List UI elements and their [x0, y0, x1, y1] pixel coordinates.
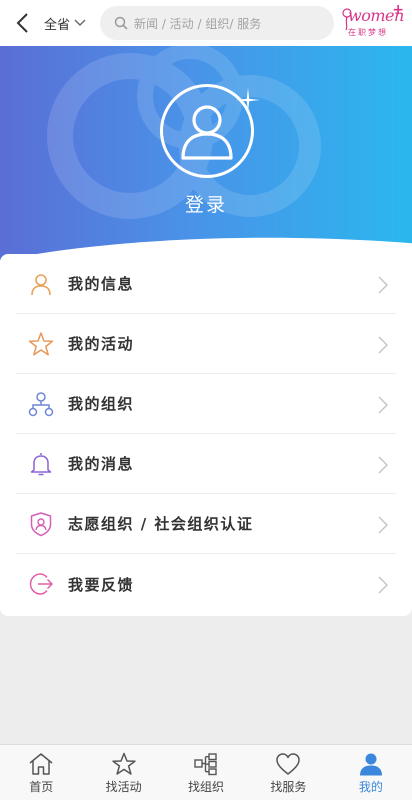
- top-bar: 全省 新闻 / 活动 / 组织/ 服务 women + 在职梦想: [0, 0, 412, 46]
- search-icon: [114, 16, 128, 30]
- logo-plus: +: [392, 2, 404, 18]
- bell-icon: [28, 451, 54, 477]
- chevron-down-icon: [74, 19, 86, 26]
- star-icon: [28, 331, 54, 357]
- chevron-left-icon: [16, 13, 28, 33]
- menu-item-my-organizations[interactable]: 我的组织: [16, 374, 396, 434]
- home-icon: [28, 751, 54, 777]
- tab-find-activities[interactable]: 找活动: [82, 745, 164, 800]
- bottom-nav: 首页 找活动 找组织 找服务 我的: [0, 744, 412, 800]
- tab-label: 首页: [29, 780, 54, 794]
- shield-user-icon: [28, 511, 54, 537]
- exit-icon: [28, 571, 54, 597]
- menu-item-feedback[interactable]: 我要反馈: [16, 554, 396, 614]
- back-button[interactable]: [0, 0, 44, 46]
- tab-mine[interactable]: 我的: [330, 745, 412, 800]
- menu-list: 我的信息 我的活动 我的组织 我的消息 志愿组织 / 社会组织认证 我要反馈: [0, 254, 412, 616]
- tab-label: 找组织: [188, 780, 225, 794]
- menu-item-label: 我要反馈: [68, 575, 135, 594]
- brand-logo: women + 在职梦想: [340, 2, 406, 42]
- menu-item-label: 我的组织: [68, 395, 135, 413]
- chevron-right-icon: [378, 336, 388, 354]
- search-placeholder: 新闻 / 活动 / 组织/ 服务: [134, 16, 262, 31]
- tab-home[interactable]: 首页: [0, 745, 82, 800]
- login-link[interactable]: 登录: [0, 190, 412, 217]
- search-input[interactable]: 新闻 / 活动 / 组织/ 服务: [100, 6, 334, 40]
- sparkle-icon: [236, 88, 260, 112]
- tab-label: 找服务: [270, 780, 307, 794]
- menu-item-my-messages[interactable]: 我的消息: [16, 434, 396, 494]
- org-icon: [28, 391, 54, 417]
- chevron-right-icon: [378, 396, 388, 414]
- chevron-right-icon: [378, 456, 388, 474]
- org-icon: [193, 751, 219, 777]
- region-label: 全省: [44, 17, 71, 33]
- menu-item-label: 我的消息: [68, 455, 135, 473]
- tab-label: 我的: [358, 780, 383, 794]
- logo-subtitle: 在职梦想: [348, 28, 388, 37]
- menu-item-label: 我的活动: [68, 335, 135, 353]
- menu-item-certification[interactable]: 志愿组织 / 社会组织认证: [16, 494, 396, 554]
- tab-find-organizations[interactable]: 找组织: [165, 745, 247, 800]
- menu-item-my-info[interactable]: 我的信息: [16, 254, 396, 314]
- menu-item-label: 志愿组织 / 社会组织认证: [68, 515, 254, 533]
- user-icon: [181, 105, 233, 160]
- chevron-right-icon: [378, 576, 388, 594]
- user-icon: [358, 751, 384, 777]
- menu-item-my-activities[interactable]: 我的活动: [16, 314, 396, 374]
- region-select[interactable]: 全省: [44, 0, 96, 46]
- tab-find-services[interactable]: 找服务: [247, 745, 329, 800]
- chevron-right-icon: [378, 516, 388, 534]
- tab-label: 找活动: [105, 780, 142, 794]
- menu-item-label: 我的信息: [68, 275, 135, 293]
- chevron-right-icon: [378, 276, 388, 294]
- heart-icon: [275, 751, 301, 777]
- profile-banner: 登录: [0, 46, 412, 266]
- star-icon: [111, 751, 137, 777]
- user-icon: [28, 271, 54, 297]
